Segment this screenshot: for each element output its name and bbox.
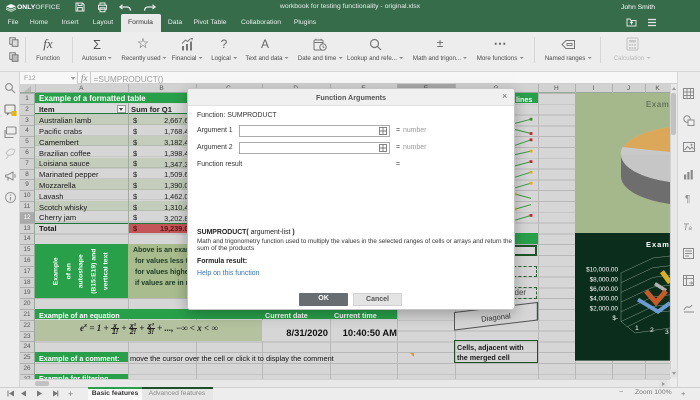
- svg-text:Exam: Exam: [646, 240, 670, 249]
- svg-text:$6,000.00: $6,000.00: [590, 286, 619, 293]
- svg-text:$10,000.00: $10,000.00: [586, 267, 618, 274]
- svg-text:1: 1: [635, 325, 639, 332]
- svg-text:Exam: Exam: [646, 100, 669, 109]
- svg-text:3: 3: [665, 329, 669, 336]
- svg-text:$-: $-: [612, 315, 618, 322]
- svg-text:$8,000.00: $8,000.00: [590, 277, 619, 284]
- svg-text:2: 2: [650, 327, 654, 334]
- svg-text:$4,000.00: $4,000.00: [590, 296, 619, 303]
- svg-text:$2,000.00: $2,000.00: [590, 306, 619, 313]
